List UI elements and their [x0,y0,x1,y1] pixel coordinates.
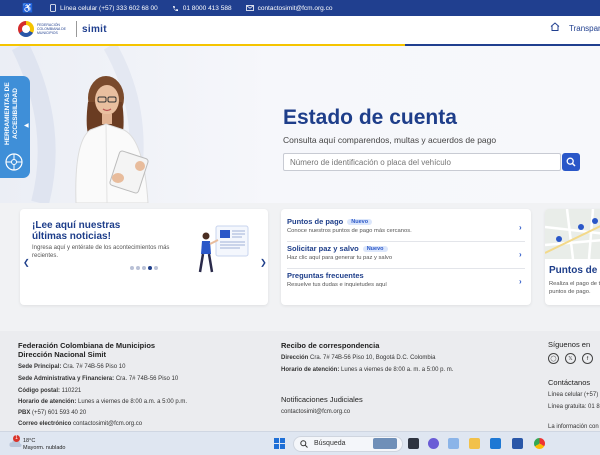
news-title: ¡Lee aquí nuestras últimas noticias! [32,220,121,242]
windows-taskbar: 1 18°C Mayorm. nublado Búsqueda [0,431,600,455]
page-title: Estado de cuenta [283,106,457,129]
search-button[interactable] [562,153,580,171]
payment-points-map-card[interactable]: Puntos de p Realiza el pago de tus punto… [545,209,600,305]
footer-recibo-title: Recibo de correspondencia [281,341,380,350]
quick-link-title: Preguntas frecuentes [287,271,364,280]
carousel-dot[interactable] [142,266,146,270]
store-icon[interactable] [448,438,459,449]
mail-app-icon[interactable] [490,438,501,449]
chrome-icon[interactable] [534,438,545,449]
email-text: contactosimit@fcm.org.co [257,4,333,12]
page-subtitle: Consulta aquí comparendos, multas y acue… [283,135,497,145]
news-illustration [198,225,249,273]
home-icon[interactable] [550,22,560,31]
taskbar-search-text: Búsqueda [314,440,346,447]
phone-icon [50,4,56,12]
app-icon[interactable] [512,438,523,449]
chevron-right-icon: › [519,223,522,232]
footer-contactanos: Contáctanos [548,378,591,387]
weather-temp: 18°C [23,438,36,444]
carousel-prev-chevron-icon[interactable]: ❮ [23,258,30,267]
logo-divider [76,21,77,37]
footer-pbx: PBX (+57) 601 593 40 20 [18,410,87,416]
site-header: FEDERACIÓN COLOMBIANA DE MUNICIPIOS simi… [0,16,600,44]
quick-link-desc: Resuelve tus dudas e inquietudes aquí [287,282,387,288]
map-thumbnail [545,209,600,259]
footer-codigo-postal: Código postal: 110221 [18,388,82,394]
footer-info: La información con [548,424,599,430]
map-card-desc: Realiza el pago de tus puntos de pago. [549,281,600,295]
footer-email[interactable]: Correo electrónico contactosimit@fcm.org… [18,421,142,428]
woman-tablet-illustration [75,76,149,203]
search-icon [566,157,576,167]
task-view-icon[interactable] [408,438,419,449]
email-contact[interactable]: contactosimit@fcm.org.co [245,4,333,12]
new-badge: Nuevo [362,246,388,252]
new-badge: Nuevo [347,219,373,225]
chat-icon[interactable] [428,438,439,449]
footer-recibo-direccion: Dirección Cra. 7# 74B-56 Piso 10, Bogotá… [281,355,436,361]
twitter-icon[interactable]: 𝕏 [565,353,576,364]
footer-recibo-horario: Horario de atención: Lunes a viernes de … [281,367,454,373]
wheelchair-access-icon [5,153,23,171]
carousel-dots[interactable] [130,266,160,270]
cell-phone-contact[interactable]: Línea celular (+57) 333 602 68 00 [50,4,158,12]
footer-notif-title: Notificaciones Judiciales [281,395,363,404]
quick-link-faq[interactable]: Preguntas frecuentes Resuelve tus dudas … [287,270,525,296]
toll-free-contact[interactable]: 01 8000 413 588 [172,5,232,12]
windows-start-icon[interactable] [274,438,285,449]
carousel-dot[interactable] [136,266,140,270]
toll-free-text: 01 8000 413 588 [182,4,232,12]
footer-sede-principal: Sede Principal: Cra. 7# 74B-56 Piso 10 [18,364,126,370]
top-contact-bar: ♿ Línea celular (+57) 333 602 68 00 01 8… [0,0,600,16]
map-card-title: Puntos de p [549,265,600,276]
quick-links-card: Puntos de pago Nuevo Conoce nuestros punt… [281,209,531,305]
cell-phone-text: Línea celular (+57) 333 602 68 00 [60,4,158,12]
logo-simit-text: simit [82,23,107,35]
logo-org-text: FEDERACIÓN COLOMBIANA DE MUNICIPIOS [37,23,66,35]
carousel-next-chevron-icon[interactable]: ❯ [260,258,267,267]
quick-link-title: Puntos de pago Nuevo [287,217,373,226]
carousel-dot[interactable] [154,266,158,270]
news-widget-icon[interactable] [373,438,397,449]
footer-horario: Horario de atención: Lunes a viernes de … [18,399,188,405]
telephone-icon [172,5,178,11]
mail-icon [245,5,254,11]
chevron-left-icon: ◀ [24,123,29,129]
instagram-icon[interactable]: ◯ [548,353,559,364]
nav-transparencia[interactable]: Transparencia [569,24,600,33]
wheelchair-icon[interactable]: ♿ [22,3,36,14]
weather-badge: 1 [13,435,20,442]
quick-link-paz-y-salvo[interactable]: Solicitar paz y salvo Nuevo Haz clic aquí… [287,243,525,269]
search-icon [300,440,308,448]
quick-link-desc: Conoce nuestros puntos de pago más cerca… [287,228,412,234]
footer-siguenos: Síguenos en [548,340,591,349]
weather-desc: Mayorm. nublado [23,445,66,451]
footer-sede-admin: Sede Administrativa y Financiera: Cra. 7… [18,376,179,382]
accessibility-label: HERRAMIENTAS DE ACCESIBILIDAD [4,82,19,146]
chevron-right-icon: › [519,250,522,259]
carousel-dot[interactable] [148,266,152,270]
footer-linea-gratuita: Línea gratuita: 01 8 [548,404,600,410]
quick-link-desc: Haz clic aquí para generar tu paz y salv… [287,255,393,261]
plate-id-search-input[interactable] [283,153,561,171]
quick-link-payment-points[interactable]: Puntos de pago Nuevo Conoce nuestros punt… [287,216,525,242]
facebook-icon[interactable]: f [582,353,593,364]
footer-org-subname: Dirección Nacional Simit [18,350,106,359]
footer-linea-celular: Línea celular (+57) [548,392,599,398]
simit-logo[interactable]: FEDERACIÓN COLOMBIANA DE MUNICIPIOS simi… [18,21,107,37]
quick-link-title: Solicitar paz y salvo Nuevo [287,244,388,253]
carousel-dot[interactable] [130,266,134,270]
footer-notif-email[interactable]: contactosimit@fcm.org.co [281,409,350,416]
file-explorer-icon[interactable] [469,438,480,449]
news-text: Ingresa aquí y entérate de los acontecim… [32,245,170,259]
accessibility-tools-tab[interactable]: HERRAMIENTAS DE ACCESIBILIDAD ◀ [0,76,30,178]
news-card[interactable]: ¡Lee aquí nuestras últimas noticias! Ing… [20,209,268,305]
chevron-right-icon: › [519,277,522,286]
fcm-emblem-icon [18,21,34,37]
